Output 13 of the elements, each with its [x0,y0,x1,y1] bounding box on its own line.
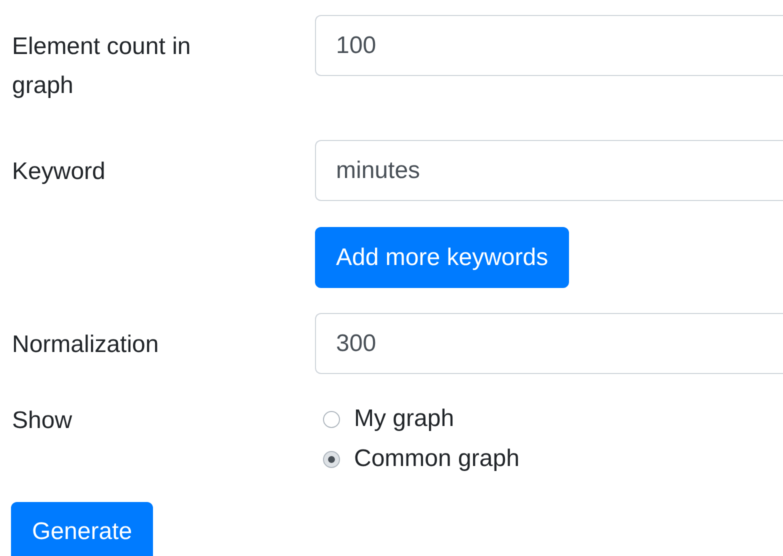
add-keywords-button[interactable]: Add more keywords [315,227,570,288]
field-label: Normalization [12,330,159,360]
generate-button[interactable]: Generate [11,502,154,556]
radio-button[interactable] [323,410,340,428]
field-label: Element count in graph [12,32,192,101]
option-label: Common graph [354,444,520,474]
text-field[interactable]: 100 [315,15,783,76]
radio-button[interactable] [323,450,340,468]
text-field[interactable]: 300 [315,313,783,374]
option-label: My graph [354,404,454,434]
field-label: Show [12,406,72,436]
text-field[interactable]: minutes [315,140,783,201]
field-label: Keyword [12,157,106,187]
